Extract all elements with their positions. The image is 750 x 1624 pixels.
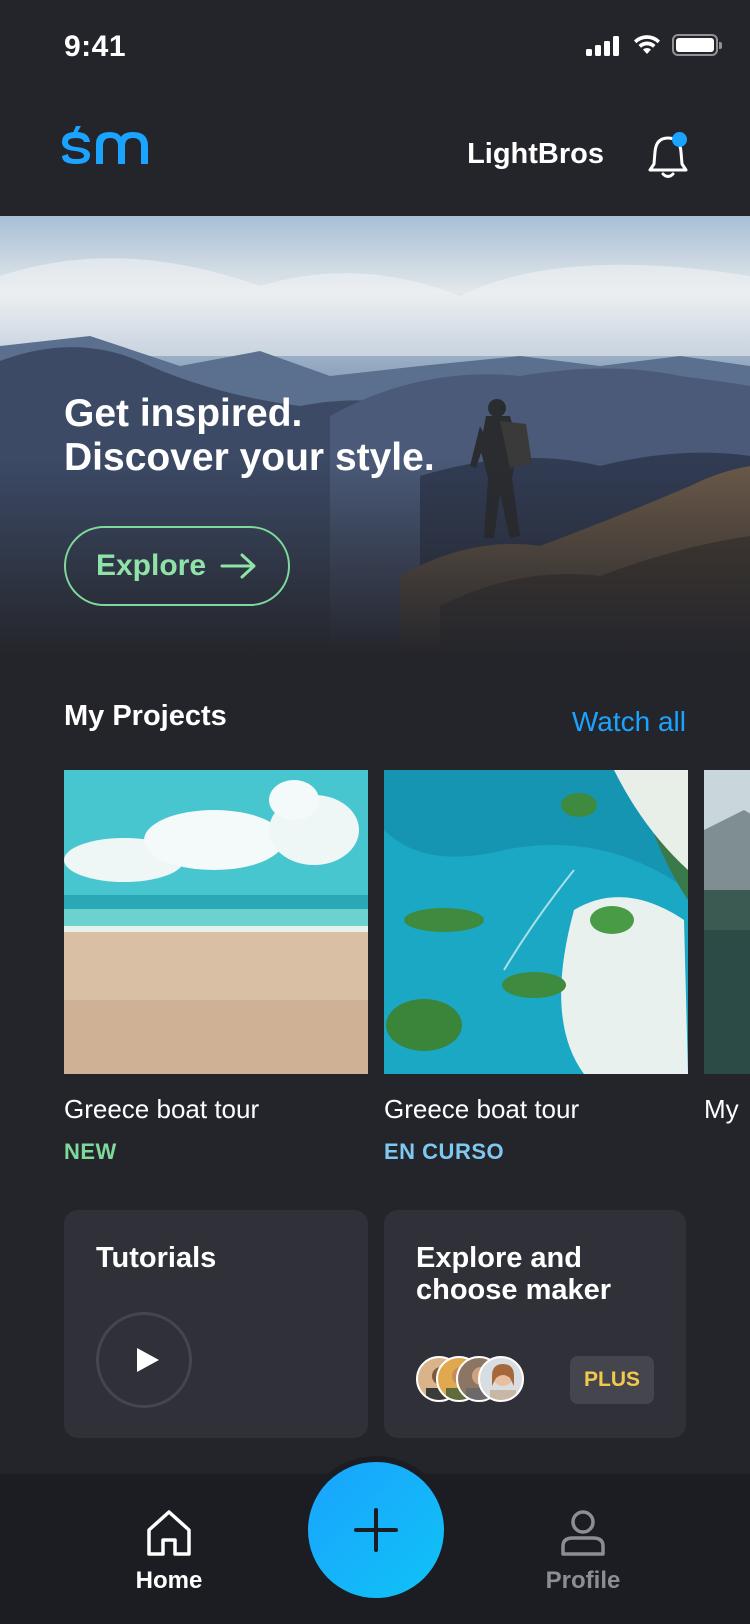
- play-icon: [137, 1348, 159, 1372]
- my-projects-title: My Projects: [64, 700, 227, 732]
- project-card[interactable]: Greece boat tour EN CURSO: [384, 770, 688, 1165]
- add-button[interactable]: [308, 1462, 444, 1598]
- explore-button[interactable]: Explore: [64, 526, 290, 606]
- signal-icon: [586, 36, 622, 56]
- avatar: [478, 1356, 524, 1402]
- home-icon: [147, 1510, 191, 1556]
- nav-home-label: Home: [135, 1567, 203, 1594]
- lagoon-photo: [384, 770, 688, 1074]
- wifi-icon: [634, 35, 660, 54]
- hero-banner: Get inspired. Discover your style. Explo…: [0, 216, 750, 656]
- makers-title-line2: choose maker: [416, 1274, 612, 1306]
- maker-avatars: [416, 1356, 536, 1404]
- status-time: 9:41: [64, 30, 127, 63]
- makers-title: Explore and choose maker: [416, 1242, 611, 1306]
- battery-icon: [672, 34, 722, 56]
- hero-title-line1: Get inspired.: [64, 392, 303, 435]
- makers-title-line1: Explore and: [416, 1242, 582, 1274]
- tutorials-title: Tutorials: [96, 1242, 217, 1274]
- explore-button-label: Explore: [95, 549, 207, 582]
- project-card[interactable]: My: [704, 770, 750, 1125]
- hero-title: Get inspired. Discover your style.: [64, 392, 435, 480]
- nav-home[interactable]: Home: [109, 1508, 229, 1595]
- project-name: Greece boat tour: [384, 1094, 580, 1124]
- play-button[interactable]: [96, 1312, 192, 1408]
- nav-profile-label: Profile: [545, 1567, 621, 1594]
- plus-icon: [354, 1508, 398, 1552]
- watch-all-link[interactable]: Watch all: [572, 706, 686, 738]
- beach-photo: [64, 770, 368, 1074]
- arrow-right-icon: [220, 553, 256, 579]
- hero-title-line2: Discover your style.: [64, 436, 435, 479]
- project-name: Greece boat tour: [64, 1094, 260, 1124]
- lake-photo: [704, 770, 750, 1074]
- project-name: My: [704, 1094, 739, 1124]
- notification-dot: [672, 132, 687, 147]
- explore-makers-card[interactable]: Explore and choose maker PLUS: [384, 1210, 686, 1438]
- tutorials-card[interactable]: Tutorials: [64, 1210, 368, 1438]
- nav-profile[interactable]: Profile: [523, 1508, 643, 1595]
- plus-badge: PLUS: [570, 1356, 654, 1404]
- username[interactable]: LightBros: [467, 138, 604, 171]
- profile-icon: [561, 1510, 605, 1556]
- projects-carousel[interactable]: Greece boat tour NEW Greece boat tour EN…: [64, 770, 750, 1170]
- status-bar: 9:41: [0, 0, 750, 94]
- project-status: EN CURSO: [384, 1139, 505, 1164]
- project-status: NEW: [64, 1139, 117, 1164]
- sm-logo: [62, 126, 148, 164]
- project-card[interactable]: Greece boat tour NEW: [64, 770, 368, 1165]
